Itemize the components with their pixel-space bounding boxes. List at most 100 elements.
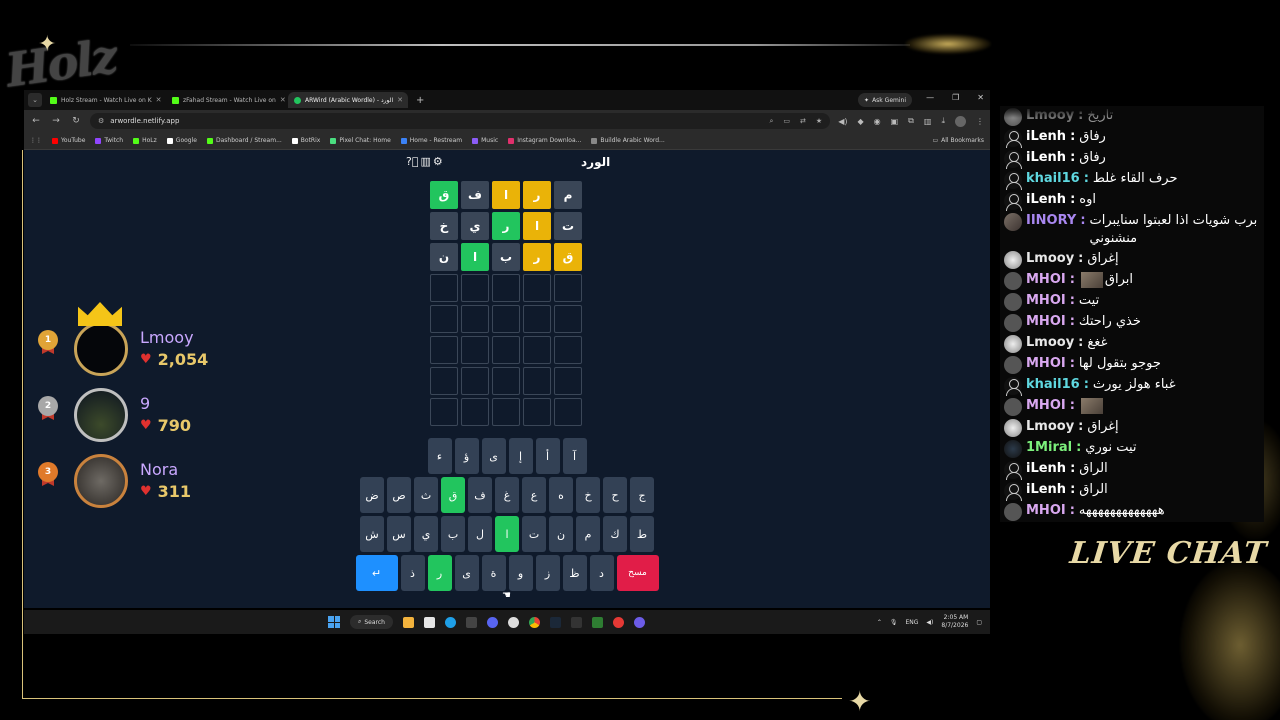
letter-key[interactable]: ى — [481, 438, 506, 474]
discord-icon[interactable] — [487, 616, 498, 628]
cast-icon[interactable]: ▭ — [783, 117, 790, 126]
enter-key[interactable]: ↵ — [355, 555, 398, 591]
bookmark-item[interactable]: Buildle Arabic Word... — [591, 137, 665, 144]
new-tab-button[interactable]: + — [410, 95, 430, 106]
translate-icon[interactable]: ⇄ — [800, 117, 806, 126]
letter-key[interactable]: م — [576, 516, 600, 552]
download-icon[interactable]: ⤓ — [941, 116, 945, 126]
letter-key[interactable]: ص — [387, 477, 411, 513]
ask-gemini-button[interactable]: ✦ Ask Gemini — [858, 93, 912, 107]
extension-icon[interactable]: ◆ — [857, 117, 863, 126]
letter-key[interactable]: ظ — [562, 555, 587, 591]
file-explorer-icon[interactable] — [403, 616, 414, 628]
start-button[interactable] — [328, 616, 340, 628]
chrome-icon[interactable] — [529, 616, 540, 628]
letter-key[interactable]: ي — [414, 516, 438, 552]
forward-button[interactable]: → — [50, 116, 62, 126]
letter-key[interactable]: ض — [360, 477, 384, 513]
letter-key[interactable]: ح — [603, 477, 627, 513]
chat-username[interactable]: MHOI — [1026, 397, 1066, 415]
bookmark-item[interactable]: Home - Restream — [400, 137, 462, 144]
chat-username[interactable]: iLenh — [1026, 460, 1066, 478]
chat-username[interactable]: MHOI — [1026, 271, 1066, 289]
window-close-button[interactable]: ✕ — [977, 93, 984, 102]
bookmark-item[interactable]: Google — [166, 137, 197, 144]
letter-key[interactable]: آ — [562, 438, 587, 474]
letter-key[interactable]: ا — [495, 516, 519, 552]
letter-key[interactable]: أ — [535, 438, 560, 474]
letter-key[interactable]: ه — [549, 477, 573, 513]
app-icon[interactable] — [592, 616, 603, 628]
letter-key[interactable]: غ — [495, 477, 519, 513]
extension-icon[interactable]: ◉ — [874, 117, 881, 126]
profile-avatar[interactable] — [955, 115, 966, 127]
bookmark-star-icon[interactable]: ★ — [816, 117, 822, 126]
search-icon[interactable]: ⌕ — [769, 117, 773, 126]
delete-key[interactable]: مسح — [616, 555, 659, 591]
chat-username[interactable]: iLenh — [1026, 149, 1066, 167]
taskbar-search[interactable]: ⌕ Search — [350, 615, 393, 629]
clock[interactable]: 2:05 AM 8/7/2026 — [941, 614, 968, 630]
notification-icon[interactable]: ▢ — [976, 619, 982, 626]
chat-username[interactable]: khail16 — [1026, 376, 1080, 394]
obs-icon[interactable] — [508, 616, 519, 628]
letter-key[interactable]: ج — [630, 477, 654, 513]
tab-search-button[interactable]: ⌄ — [28, 93, 42, 107]
tab-zfahad-stream[interactable]: zFahad Stream - Watch Live on ✕ — [166, 92, 286, 108]
letter-key[interactable]: ب — [441, 516, 465, 552]
letter-key[interactable]: د — [589, 555, 614, 591]
chat-username[interactable]: MHOI — [1026, 292, 1066, 310]
maximize-button[interactable]: ❐ — [952, 93, 959, 102]
tab-arwird[interactable]: ARWird (Arabic Wordle) - الورد ✕ — [288, 92, 408, 108]
letter-key[interactable]: ن — [549, 516, 573, 552]
chat-username[interactable]: khail16 — [1026, 170, 1080, 188]
tray-chevron-icon[interactable]: ⌃ — [877, 619, 882, 626]
app-icon[interactable] — [571, 616, 582, 628]
menu-icon[interactable]: ⋮ — [976, 117, 984, 126]
chat-username[interactable]: MHOI — [1026, 313, 1066, 331]
bookmark-item[interactable]: Pixel Chat: Home — [330, 137, 391, 144]
letter-key[interactable]: ت — [522, 516, 546, 552]
letter-key[interactable]: ث — [414, 477, 438, 513]
chat-username[interactable]: iLenh — [1026, 128, 1066, 146]
letter-key[interactable]: ف — [468, 477, 492, 513]
chat-username[interactable]: MHOI — [1026, 355, 1066, 373]
store-icon[interactable] — [424, 616, 435, 628]
letter-key[interactable]: س — [387, 516, 411, 552]
letter-key[interactable]: ع — [522, 477, 546, 513]
letter-key[interactable]: ك — [603, 516, 627, 552]
extensions-puzzle-icon[interactable]: ⧉ — [908, 116, 914, 126]
language-indicator[interactable]: ENG — [905, 619, 918, 626]
chat-username[interactable]: MHOI — [1026, 502, 1066, 520]
letter-key[interactable]: ش — [360, 516, 384, 552]
site-info-icon[interactable]: ⚙ — [98, 117, 104, 125]
reload-button[interactable]: ↻ — [70, 116, 82, 126]
mute-icon[interactable]: ◀) — [838, 117, 847, 126]
bookmark-item[interactable]: Instagram Downloa... — [508, 137, 581, 144]
stats-icon[interactable]: ▥ — [420, 155, 430, 168]
bookmark-item[interactable]: YouTube — [52, 137, 85, 144]
letter-key[interactable]: خ — [576, 477, 600, 513]
chat-username[interactable]: iLenh — [1026, 481, 1066, 499]
back-button[interactable]: ← — [30, 116, 42, 126]
letter-key[interactable]: ل — [468, 516, 492, 552]
app-icon[interactable] — [634, 616, 645, 628]
mic-icon[interactable]: 🎙 — [890, 619, 898, 626]
chat-username[interactable]: Lmooy — [1026, 418, 1074, 436]
chat-username[interactable]: IINORY — [1026, 212, 1076, 230]
bookmark-item[interactable]: Twitch — [95, 137, 123, 144]
apps-icon[interactable]: ⋮⋮ — [30, 137, 42, 144]
letter-key[interactable]: ى — [454, 555, 479, 591]
chat-username[interactable]: Lmooy — [1026, 334, 1074, 352]
minimize-button[interactable]: — — [926, 93, 934, 102]
address-bar[interactable]: ⚙ arwordle.netlify.app ⌕ ▭ ⇄ ★ — [90, 113, 831, 129]
bookmark-item[interactable]: BotRix — [291, 137, 320, 144]
app-icon[interactable] — [613, 616, 624, 628]
bookmark-item[interactable]: HoLz — [133, 137, 157, 144]
letter-key[interactable]: ز — [535, 555, 560, 591]
letter-key[interactable]: ة — [481, 555, 506, 591]
all-bookmarks-button[interactable]: ▭ All Bookmarks — [932, 137, 984, 144]
help-icon[interactable]: ?⃝ — [406, 155, 418, 168]
app-icon[interactable] — [466, 616, 477, 628]
settings-gear-icon[interactable]: ⚙ — [433, 155, 443, 168]
